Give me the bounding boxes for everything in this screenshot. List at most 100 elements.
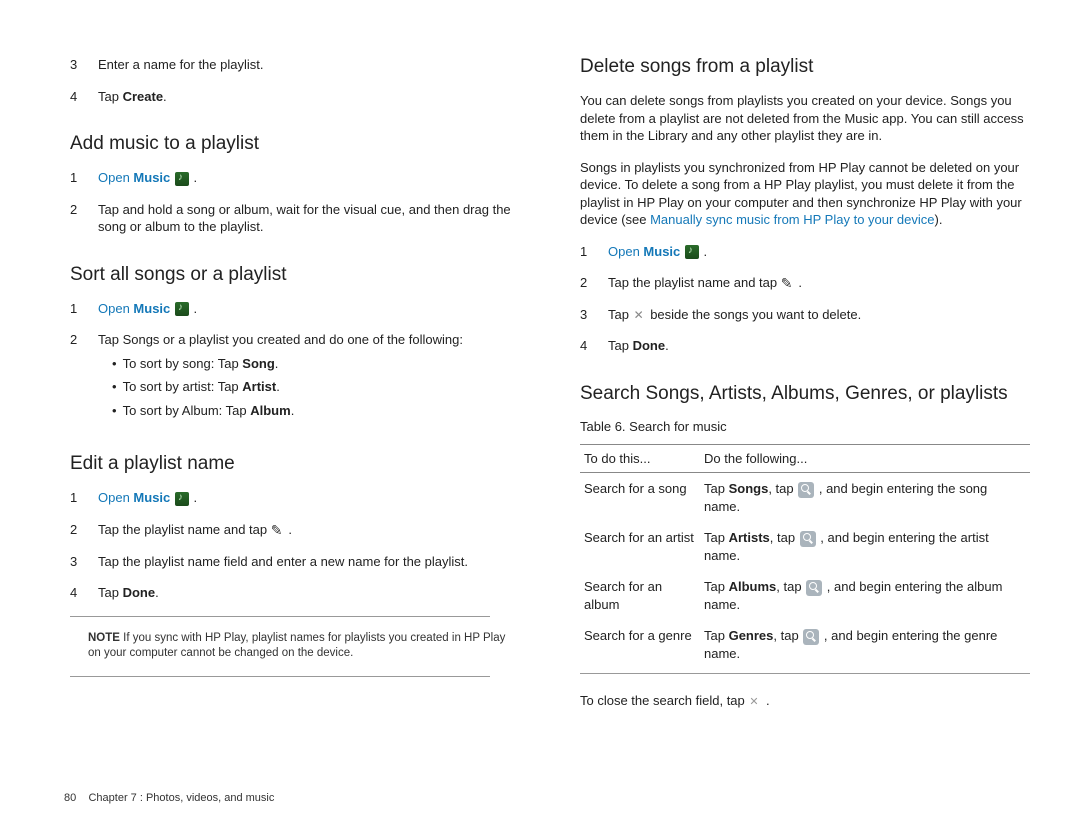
step: 1 Open Music .: [580, 243, 1030, 261]
page-footer: 80 Chapter 7 : Photos, videos, and music: [64, 792, 274, 804]
step-number: 2: [70, 521, 98, 539]
sort-bullets: To sort by song: Tap Song. To sort by ar…: [98, 355, 520, 420]
step: 2 Tap the playlist name and tap .: [70, 521, 520, 539]
heading-add-music: Add music to a playlist: [70, 133, 520, 155]
search-icon: [798, 482, 814, 498]
delete-steps: 1 Open Music . 2 Tap the playlist name a…: [580, 243, 1030, 355]
step-number: 3: [70, 553, 98, 571]
music-icon: [175, 302, 189, 316]
table-cell: Tap Genres, tap , and begin entering the…: [700, 620, 1030, 669]
step: 4 Tap Create.: [70, 88, 520, 106]
step: 4 Tap Done.: [580, 337, 1030, 355]
note-text: If you sync with HP Play, playlist names…: [88, 632, 505, 660]
note-label: NOTE: [88, 632, 120, 644]
step: 2 Tap Songs or a playlist you created an…: [70, 331, 520, 425]
step: 3 Tap beside the songs you want to delet…: [580, 306, 1030, 324]
table-row: Search for an album Tap Albums, tap , an…: [580, 571, 1030, 620]
step-number: 2: [580, 274, 608, 292]
step-number: 4: [580, 337, 608, 355]
search-icon: [806, 580, 822, 596]
step: 2 Tap the playlist name and tap .: [580, 274, 1030, 292]
table-cell: Search for an artist: [580, 522, 700, 571]
table-cell: Tap Artists, tap , and begin entering th…: [700, 522, 1030, 571]
step-text: Open Music .: [608, 243, 1030, 261]
step-number: 4: [70, 88, 98, 106]
right-column: Delete songs from a playlist You can del…: [580, 56, 1030, 724]
sort-steps: 1 Open Music . 2 Tap Songs or a playlist…: [70, 300, 520, 426]
pencil-icon: [271, 524, 285, 538]
step-text: Tap beside the songs you want to delete.: [608, 306, 1030, 324]
table-cell: Search for a genre: [580, 620, 700, 669]
step: 4 Tap Done.: [70, 584, 520, 602]
step-text: Tap and hold a song or album, wait for t…: [98, 201, 520, 236]
step: 3 Enter a name for the playlist.: [70, 56, 520, 74]
table-row: Search for a genre Tap Genres, tap , and…: [580, 620, 1030, 669]
left-column: 3 Enter a name for the playlist. 4 Tap C…: [70, 56, 520, 724]
step-text: Tap Create.: [98, 88, 520, 106]
step-number: 3: [580, 306, 608, 324]
music-icon: [175, 492, 189, 506]
step: 1 Open Music .: [70, 169, 520, 187]
step-text: Enter a name for the playlist.: [98, 56, 520, 74]
table-header-row: To do this... Do the following...: [580, 445, 1030, 473]
table-header: To do this...: [580, 445, 700, 473]
table-row: Search for a song Tap Songs, tap , and b…: [580, 473, 1030, 523]
step-text: Tap Done.: [98, 584, 520, 602]
heading-search: Search Songs, Artists, Albums, Genres, o…: [580, 383, 1030, 405]
step: 3 Tap the playlist name field and enter …: [70, 553, 520, 571]
step-number: 3: [70, 56, 98, 74]
step: 1 Open Music .: [70, 300, 520, 318]
music-icon: [685, 245, 699, 259]
heading-sort: Sort all songs or a playlist: [70, 264, 520, 286]
paragraph: Songs in playlists you synchronized from…: [580, 159, 1030, 229]
table-cell: Search for an album: [580, 571, 700, 620]
step-text: Tap the playlist name and tap .: [608, 274, 1030, 292]
step-text: Open Music .: [98, 169, 520, 187]
step-number: 2: [70, 331, 98, 425]
step-text: Tap Done.: [608, 337, 1030, 355]
list-item: To sort by artist: Tap Artist.: [112, 378, 520, 396]
table-row: Search for an artist Tap Artists, tap , …: [580, 522, 1030, 571]
intro-steps: 3 Enter a name for the playlist. 4 Tap C…: [70, 56, 520, 105]
search-icon: [800, 531, 816, 547]
step-text: Tap Songs or a playlist you created and …: [98, 331, 520, 425]
step-number: 1: [70, 300, 98, 318]
step-text: Open Music .: [98, 300, 520, 318]
step: 1 Open Music .: [70, 489, 520, 507]
close-x-icon: [748, 695, 762, 709]
table-header: Do the following...: [700, 445, 1030, 473]
step-number: 1: [70, 169, 98, 187]
paragraph: You can delete songs from playlists you …: [580, 92, 1030, 145]
table-cell: Search for a song: [580, 473, 700, 523]
delete-x-icon: [633, 308, 647, 322]
divider: [580, 673, 1030, 674]
chapter-label: Chapter 7 : Photos, videos, and music: [88, 792, 274, 804]
sync-link[interactable]: Manually sync music from HP Play to your…: [650, 212, 934, 227]
step-text: Open Music .: [98, 489, 520, 507]
close-search-text: To close the search field, tap .: [580, 692, 1030, 710]
pencil-icon: [781, 277, 795, 291]
step: 2 Tap and hold a song or album, wait for…: [70, 201, 520, 236]
heading-delete: Delete songs from a playlist: [580, 56, 1030, 78]
step-text: Tap the playlist name and tap .: [98, 521, 520, 539]
table-cell: Tap Songs, tap , and begin entering the …: [700, 473, 1030, 523]
step-number: 1: [70, 489, 98, 507]
search-table: To do this... Do the following... Search…: [580, 444, 1030, 669]
list-item: To sort by song: Tap Song.: [112, 355, 520, 373]
search-icon: [803, 629, 819, 645]
step-number: 1: [580, 243, 608, 261]
music-icon: [175, 172, 189, 186]
page-number: 80: [64, 792, 76, 804]
divider: [70, 616, 490, 617]
divider: [70, 676, 490, 677]
list-item: To sort by Album: Tap Album.: [112, 402, 520, 420]
table-cell: Tap Albums, tap , and begin entering the…: [700, 571, 1030, 620]
step-number: 2: [70, 201, 98, 236]
step-number: 4: [70, 584, 98, 602]
table-caption: Table 6. Search for music: [580, 419, 1030, 434]
add-music-steps: 1 Open Music . 2 Tap and hold a song or …: [70, 169, 520, 236]
note-box: NOTE If you sync with HP Play, playlist …: [70, 631, 520, 662]
edit-steps: 1 Open Music . 2 Tap the playlist name a…: [70, 489, 520, 601]
heading-edit: Edit a playlist name: [70, 453, 520, 475]
step-text: Tap the playlist name field and enter a …: [98, 553, 520, 571]
